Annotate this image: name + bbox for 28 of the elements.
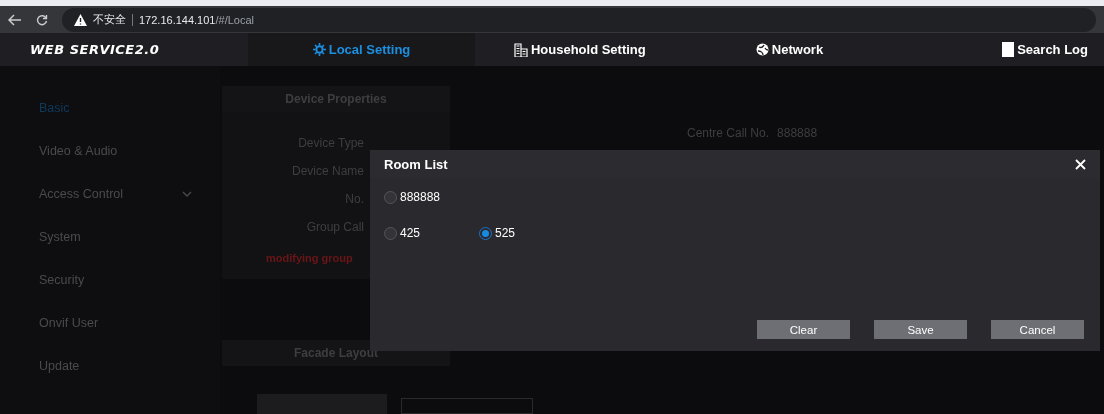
nav-tab[interactable]: Network — [684, 33, 895, 66]
warning-icon — [74, 13, 87, 26]
warning-text: modifying group — [266, 252, 353, 264]
radio-label[interactable]: 888888 — [400, 190, 441, 204]
app-logo: WEB SERVICE2.0 — [29, 42, 161, 58]
chevron-down-icon — [182, 190, 192, 197]
room-field[interactable] — [401, 398, 533, 414]
radio-label[interactable]: 525 — [495, 226, 516, 240]
url-text: 172.16.144.101/#/Local — [139, 13, 254, 26]
security-label: 不安全 — [93, 12, 126, 28]
dialog-button[interactable]: Clear — [757, 320, 850, 339]
close-icon[interactable] — [1075, 158, 1086, 170]
radio-label[interactable]: 425 — [400, 226, 421, 240]
dialog-button[interactable]: Cancel — [991, 320, 1084, 339]
address-bar[interactable]: 不安全 172.16.144.101/#/Local — [62, 7, 1096, 32]
dialog-button[interactable]: Save — [874, 320, 967, 339]
reload-icon[interactable] — [36, 13, 48, 26]
nav-tab[interactable]: Search Log — [894, 33, 1104, 66]
nav-tab[interactable]: Local Setting — [248, 33, 475, 66]
radio-button[interactable] — [384, 226, 397, 240]
radio-button[interactable] — [384, 190, 397, 204]
back-icon[interactable] — [8, 13, 22, 26]
building-icon — [513, 42, 528, 57]
nav-tab[interactable]: Household Setting — [475, 33, 685, 66]
gear-icon — [312, 43, 326, 57]
globe-icon — [755, 43, 769, 57]
radio-button[interactable] — [479, 226, 492, 240]
dialog-title: Room List — [384, 156, 448, 172]
